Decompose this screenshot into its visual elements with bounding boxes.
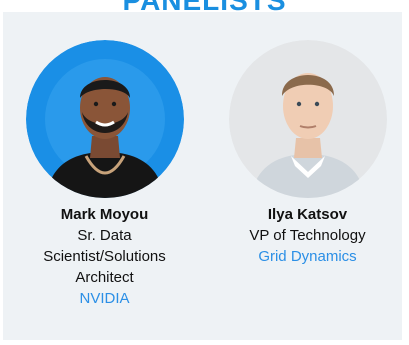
panelist-company-link[interactable]: NVIDIA [22, 288, 187, 309]
page: PANELISTS Mark Moyou Sr. Data Scientist/… [0, 0, 409, 345]
avatar-ilya-katsov [228, 40, 387, 198]
panelist-name: Ilya Katsov [267, 206, 348, 223]
panelist-role: Sr. Data Scientist/Solutions Architect [43, 227, 166, 286]
panelist-card-mark-moyou: Mark Moyou Sr. Data Scientist/Solutions … [22, 40, 187, 309]
avatar-mark-moyou [25, 40, 184, 198]
panelist-company-link[interactable]: Grid Dynamics [225, 246, 390, 267]
panelist-role: VP of Technology [249, 227, 366, 244]
panelist-card-ilya-katsov: Ilya Katsov VP of Technology Grid Dynami… [225, 40, 390, 267]
panelist-name: Mark Moyou [60, 206, 149, 223]
section-title: PANELISTS [122, 0, 287, 16]
